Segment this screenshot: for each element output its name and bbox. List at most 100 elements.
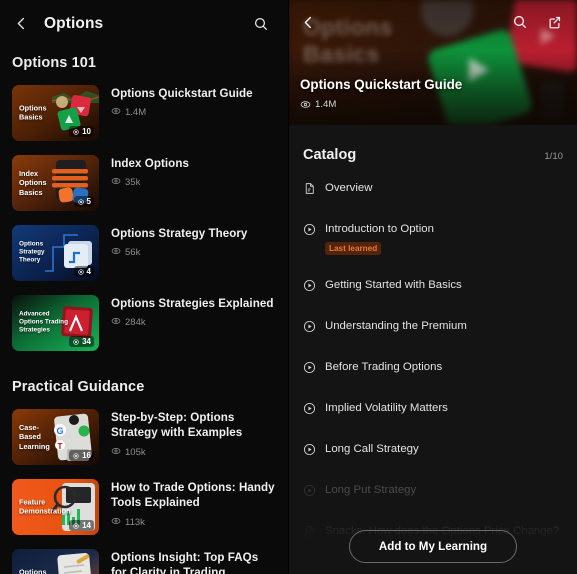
play-circle-icon	[303, 223, 316, 241]
play-circle-icon	[303, 484, 316, 502]
play-circle-icon	[303, 443, 316, 461]
chapter-label: Introduction to Option	[325, 223, 434, 235]
lesson-count-badge: 5	[73, 196, 94, 207]
page-title: Options	[44, 14, 104, 32]
catalog-progress: 1/10	[544, 151, 563, 162]
back-chevron-icon[interactable]	[295, 9, 321, 35]
hero-views-value: 1.4M	[315, 99, 337, 110]
chapter-label: Long Put Strategy	[325, 484, 417, 497]
svg-text:T: T	[58, 442, 63, 451]
course-view-count: 1.4M	[111, 106, 276, 119]
course-text: Options Insight: Top FAQs for Clarity in…	[111, 549, 276, 574]
course-view-count: 35k	[111, 176, 276, 189]
thumbnail-label: Case- Based Learning	[19, 423, 50, 451]
hero-banner: Options Basics Options Quickstart Guide 1…	[289, 0, 577, 125]
course-text: Options Strategies Explained 284k	[111, 295, 276, 329]
lesson-count-value: 14	[82, 521, 91, 530]
course-list-item[interactable]: Options Strategy Theory 4 Options Strategy…	[0, 221, 288, 291]
left-header: Options	[0, 0, 288, 47]
course-views-value: 284k	[125, 317, 146, 329]
course-list-item[interactable]: G T Case- Based Learning 16 Step-by-Step: …	[0, 405, 288, 475]
lesson-icon	[72, 128, 80, 136]
course-title: Index Options	[111, 157, 189, 170]
course-list-item[interactable]: Advanced Options Trading Strategies 34 Opt…	[0, 291, 288, 361]
eye-icon	[111, 106, 121, 119]
chapter-item: Long Put Strategy	[289, 483, 577, 502]
course-title: Options Insight: Top FAQs for Clarity in…	[111, 551, 259, 574]
eye-icon	[111, 176, 121, 189]
course-thumbnail: Advanced Options Trading Strategies 34	[12, 295, 99, 351]
course-title: Step-by-Step: Options Strategy with Exam…	[111, 411, 243, 440]
external-link-icon[interactable]	[541, 9, 567, 35]
hero-view-count: 1.4M	[300, 99, 336, 110]
catalog-label: Catalog	[303, 147, 357, 163]
chapter-text-wrap: Introduction to Option Last learned	[325, 222, 434, 256]
chapter-item[interactable]: Understanding the Premium	[289, 319, 577, 338]
play-circle-icon	[303, 320, 316, 338]
chapter-item[interactable]: Long Call Strategy	[289, 442, 577, 461]
course-list-item[interactable]: Options Basics 10 Options Quickstart Guid…	[0, 81, 288, 151]
lesson-icon	[77, 198, 85, 206]
course-title: Options Strategies Explained	[111, 297, 274, 310]
course-title: Options Quickstart Guide	[111, 87, 253, 100]
course-list-item[interactable]: Index Options Basics 5 Index Options 35k	[0, 151, 288, 221]
lesson-count-badge: 10	[69, 126, 94, 137]
course-views-value: 56k	[125, 247, 141, 259]
course-text: Index Options 35k	[111, 155, 276, 189]
course-text: Options Quickstart Guide 1.4M	[111, 85, 276, 119]
search-icon[interactable]	[507, 9, 533, 35]
play-circle-icon	[303, 361, 316, 379]
lesson-count-value: 5	[86, 197, 91, 206]
course-list-item[interactable]: Feature Demonstration 14 How to Trade Opt…	[0, 475, 288, 545]
search-icon[interactable]	[248, 11, 274, 37]
detail-header	[289, 0, 577, 44]
course-title: How to Trade Options: Handy Tools Explai…	[111, 481, 275, 510]
thumbnail-label: Options Strategy Theory	[19, 240, 45, 265]
chapter-text-wrap: Long Call Strategy	[325, 442, 419, 456]
course-list-item[interactable]: e OptionsFAQs 20 Options Insight: Top FA…	[0, 545, 288, 574]
course-thumbnail: Feature Demonstration 14	[12, 479, 99, 535]
add-to-my-learning-button[interactable]: Add to My Learning	[349, 529, 517, 563]
thumbnail-label: Advanced Options Trading Strategies	[19, 310, 68, 335]
document-icon	[303, 182, 316, 200]
chapter-label: Long Call Strategy	[325, 443, 419, 456]
chapter-text-wrap: Getting Started with Basics	[325, 278, 462, 292]
thumbnail-label: OptionsFAQs	[19, 567, 47, 574]
course-detail-pane: Options Basics Options Quickstart Guide 1…	[289, 0, 577, 574]
section-title: Options 101	[12, 55, 97, 71]
lesson-count-value: 4	[86, 267, 91, 276]
course-view-count: 56k	[111, 246, 276, 259]
chapter-label: Before Trading Options	[325, 361, 443, 374]
course-thumbnail: Options Basics 10	[12, 85, 99, 141]
svg-text:G: G	[56, 426, 63, 436]
chapter-text-wrap: Before Trading Options	[325, 360, 442, 374]
lesson-icon	[72, 452, 80, 460]
chapter-label: Getting Started with Basics	[325, 279, 462, 292]
course-thumbnail: Options Strategy Theory 4	[12, 225, 99, 281]
lesson-count-badge: 16	[69, 450, 94, 461]
course-views-value: 105k	[125, 446, 146, 458]
back-chevron-icon[interactable]	[8, 11, 34, 37]
hero-title: Options Quickstart Guide	[300, 77, 463, 92]
eye-icon	[111, 446, 121, 459]
chapter-item[interactable]: Before Trading Options	[289, 360, 577, 379]
lesson-count-value: 16	[82, 451, 91, 460]
play-circle-icon	[303, 402, 316, 420]
chapter-label: Implied Volatility Matters	[325, 402, 448, 415]
chapter-item[interactable]: Introduction to Option Last learned	[289, 222, 577, 256]
lesson-count-value: 10	[82, 127, 91, 136]
thumbnail-label: Feature Demonstration	[19, 497, 71, 516]
chapter-item[interactable]: Getting Started with Basics	[289, 278, 577, 297]
lesson-icon	[72, 338, 80, 346]
course-views-value: 113k	[125, 516, 145, 528]
section-title: Practical Guidance	[12, 379, 145, 395]
thumbnail-label: Index Options Basics	[19, 169, 47, 197]
chapter-item[interactable]: Implied Volatility Matters	[289, 401, 577, 420]
lesson-count-badge: 14	[69, 520, 94, 531]
chapter-item[interactable]: Overview	[289, 181, 577, 200]
eye-icon	[111, 246, 121, 259]
course-thumbnail: e OptionsFAQs 20	[12, 549, 99, 574]
chapter-label: Overview	[325, 182, 373, 194]
chapter-label: Understanding the Premium	[325, 320, 467, 333]
course-view-count: 105k	[111, 446, 276, 459]
